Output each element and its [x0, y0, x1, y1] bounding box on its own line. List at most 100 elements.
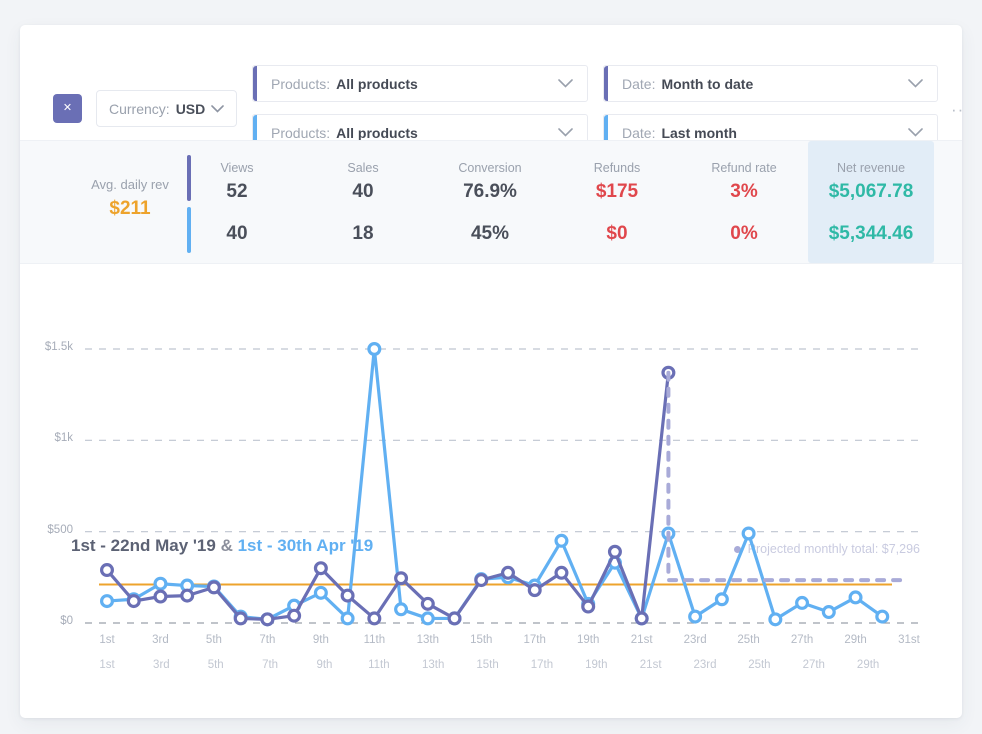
- metric-value-previous: 45%: [470, 223, 510, 244]
- x-axis-tick-label-previous: 7th: [262, 659, 279, 671]
- x-axis-tick-label-current: 5th: [205, 634, 222, 646]
- series-current-point[interactable]: [581, 599, 596, 614]
- metric-value-previous: 18: [352, 223, 374, 244]
- series-previous-point[interactable]: [768, 612, 783, 627]
- series-current-point[interactable]: [126, 594, 141, 609]
- x-axis-tick-label-previous: 17th: [530, 659, 554, 671]
- metric-value-current: $5,067.78: [828, 181, 914, 202]
- metric-label: Sales: [347, 161, 379, 175]
- metric-label: Conversion: [458, 161, 522, 175]
- series-previous-point[interactable]: [153, 576, 168, 591]
- metric-refund-rate: Refund rate 3% 0%: [681, 141, 807, 263]
- chevron-down-icon: [558, 79, 573, 88]
- chart-canvas: [85, 341, 919, 627]
- products-filter-label: Products:: [271, 124, 331, 141]
- series-current-point[interactable]: [527, 583, 542, 598]
- filter-bar: ✕ Currency: USD Products: All products P…: [20, 25, 962, 151]
- metric-label: Refund rate: [711, 161, 777, 175]
- metric-conversion: Conversion 76.9% 45%: [427, 141, 553, 263]
- series-current-point[interactable]: [206, 580, 221, 595]
- series-previous-point[interactable]: [394, 602, 409, 617]
- series-previous-point[interactable]: [741, 526, 756, 541]
- x-axis-tick-label-current: 11th: [363, 634, 386, 646]
- y-axis-tick-label: $1k: [54, 432, 73, 445]
- accent-bar: [604, 66, 608, 101]
- series-previous-point[interactable]: [875, 609, 890, 624]
- x-axis-tick-label-previous: 9th: [316, 659, 333, 671]
- series-previous-point[interactable]: [554, 533, 569, 548]
- overflow-menu-icon[interactable]: ···: [951, 100, 962, 120]
- series-current-point[interactable]: [420, 596, 435, 611]
- date-filter-value: Month to date: [661, 75, 754, 92]
- series-current-point[interactable]: [287, 608, 302, 623]
- series-current-point[interactable]: [260, 612, 275, 627]
- metric-value-current: 3%: [730, 181, 758, 202]
- metric-net-revenue: Net revenue $5,067.78 $5,344.46: [808, 141, 934, 263]
- series-current-point[interactable]: [394, 571, 409, 586]
- x-axis-tick-label-previous: 1st: [99, 659, 115, 671]
- series-previous-point[interactable]: [688, 609, 703, 624]
- chevron-down-icon: [908, 79, 923, 88]
- metric-value-current: $175: [595, 181, 639, 202]
- x-axis-tick-label-previous: 11th: [368, 659, 390, 671]
- currency-value: USD: [175, 100, 206, 117]
- series-previous-point[interactable]: [99, 594, 114, 609]
- series-previous-point[interactable]: [340, 611, 355, 626]
- accent-bar: [253, 66, 257, 101]
- series-current-point[interactable]: [447, 611, 462, 626]
- avg-daily-rev-label: Avg. daily rev: [91, 177, 169, 192]
- series-current-point[interactable]: [233, 611, 248, 626]
- x-axis-tick-label-previous: 21st: [639, 659, 662, 671]
- currency-label: Currency:: [109, 100, 170, 117]
- metric-label: Net revenue: [836, 161, 906, 175]
- x-axis-tick-label-current: 27th: [790, 634, 814, 646]
- series-previous-point[interactable]: [821, 605, 836, 620]
- products-filter-current[interactable]: Products: All products: [252, 65, 588, 102]
- series-current-point[interactable]: [634, 611, 649, 626]
- series-previous-point[interactable]: [313, 585, 328, 600]
- currency-select[interactable]: Currency: USD: [96, 90, 237, 127]
- x-axis-tick-label-previous: 25th: [748, 659, 771, 671]
- x-axis-tick-label-current: 29th: [844, 634, 867, 646]
- x-axis-tick-label-current: 19th: [576, 634, 600, 646]
- series-current-point[interactable]: [340, 588, 355, 603]
- products-filter-value: All products: [336, 75, 418, 92]
- series-current-point[interactable]: [313, 561, 328, 576]
- dashboard-page: ✕ Currency: USD Products: All products P…: [0, 0, 982, 734]
- metric-value-current: 76.9%: [463, 181, 517, 202]
- x-axis-tick-label-current: 9th: [312, 634, 329, 646]
- series-previous-point[interactable]: [420, 611, 435, 626]
- products-filter-value: All products: [336, 124, 418, 141]
- metric-label: Refunds: [593, 161, 641, 175]
- x-axis-tick-label-current: 13th: [416, 634, 439, 646]
- series-current-point[interactable]: [501, 565, 516, 580]
- x-axis-tick-label-current: 23rd: [683, 634, 707, 646]
- series-current-point[interactable]: [474, 573, 489, 588]
- metrics-row: Views 52 40 Sales 40 18 Conversion 76.9% 45% Refu…: [204, 141, 962, 263]
- metric-value-current: 52: [226, 181, 248, 202]
- series-current-point[interactable]: [607, 544, 622, 559]
- products-filter-label: Products:: [271, 75, 331, 92]
- series-previous-point[interactable]: [367, 341, 382, 356]
- chevron-down-icon: [211, 104, 224, 113]
- stats-strip: Avg. daily rev $211 Views 52 40 Sales 40 18 Co…: [20, 140, 962, 264]
- x-axis-tick-label-current: 17th: [523, 634, 546, 646]
- x-axis-tick-label-current: 21st: [630, 634, 653, 646]
- series-current-point[interactable]: [554, 565, 569, 580]
- series-current-point[interactable]: [99, 563, 114, 578]
- date-filter-label: Date:: [622, 75, 656, 92]
- series-previous-point[interactable]: [848, 590, 863, 605]
- series-current-point[interactable]: [180, 588, 195, 603]
- series-current-point[interactable]: [153, 589, 168, 604]
- close-button[interactable]: ✕: [53, 94, 82, 123]
- x-axis-tick-label-previous: 13th: [421, 659, 445, 671]
- x-axis-tick-label-previous: 19th: [585, 659, 608, 671]
- y-axis-tick-label: $0: [60, 615, 73, 627]
- series-previous-point[interactable]: [714, 592, 729, 607]
- date-filter-current[interactable]: Date: Month to date: [603, 65, 938, 102]
- series-current-point[interactable]: [367, 611, 382, 626]
- chart-section: 1st - 22nd May '19 & 1st - 30th Apr '19 …: [20, 264, 962, 718]
- series-previous-point[interactable]: [795, 595, 810, 610]
- x-axis-tick-label-previous: 27th: [802, 659, 825, 671]
- x-axis-tick-label-previous: 3rd: [153, 659, 170, 671]
